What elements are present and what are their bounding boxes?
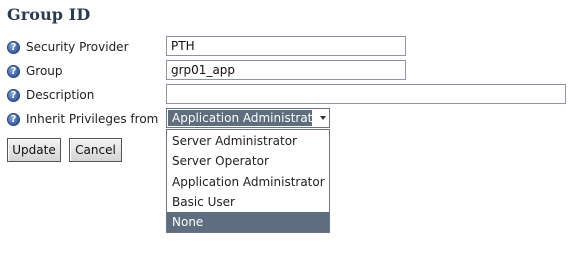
- row-description: ? Description: [7, 84, 94, 106]
- security-provider-label: Security Provider: [26, 40, 129, 54]
- help-question-icon[interactable]: ?: [7, 64, 20, 78]
- dropdown-option-server-operator[interactable]: Server Operator: [167, 151, 329, 171]
- inherit-privileges-dropdown-list: Server Administrator Server Operator App…: [166, 129, 330, 233]
- inherit-privileges-selected-value: Application Administrator: [168, 110, 312, 126]
- dropdown-option-server-administrator[interactable]: Server Administrator: [167, 131, 329, 151]
- cancel-button[interactable]: Cancel: [69, 138, 122, 162]
- security-provider-field[interactable]: PTH: [166, 36, 406, 56]
- dropdown-option-application-administrator[interactable]: Application Administrator: [167, 172, 329, 192]
- description-label: Description: [26, 88, 95, 102]
- group-id-form: Group ID ? Security Provider PTH ? Group…: [0, 0, 581, 277]
- inherit-privileges-select[interactable]: Application Administrator: [166, 108, 330, 128]
- group-field[interactable]: grp01_app: [166, 60, 406, 80]
- row-inherit-privileges: ? Inherit Privileges from: [7, 108, 158, 130]
- row-security-provider: ? Security Provider: [7, 36, 129, 58]
- group-label: Group: [26, 64, 63, 78]
- dropdown-option-none[interactable]: None: [167, 212, 329, 232]
- chevron-down-icon[interactable]: [320, 116, 326, 120]
- help-question-icon[interactable]: ?: [7, 40, 20, 54]
- description-field[interactable]: [166, 84, 566, 104]
- dropdown-option-basic-user[interactable]: Basic User: [167, 192, 329, 212]
- inherit-privileges-label: Inherit Privileges from: [26, 112, 159, 126]
- help-question-icon[interactable]: ?: [7, 112, 20, 126]
- page-title: Group ID: [7, 5, 91, 24]
- help-question-icon[interactable]: ?: [7, 88, 20, 102]
- row-group: ? Group: [7, 60, 63, 82]
- update-button[interactable]: Update: [7, 138, 61, 162]
